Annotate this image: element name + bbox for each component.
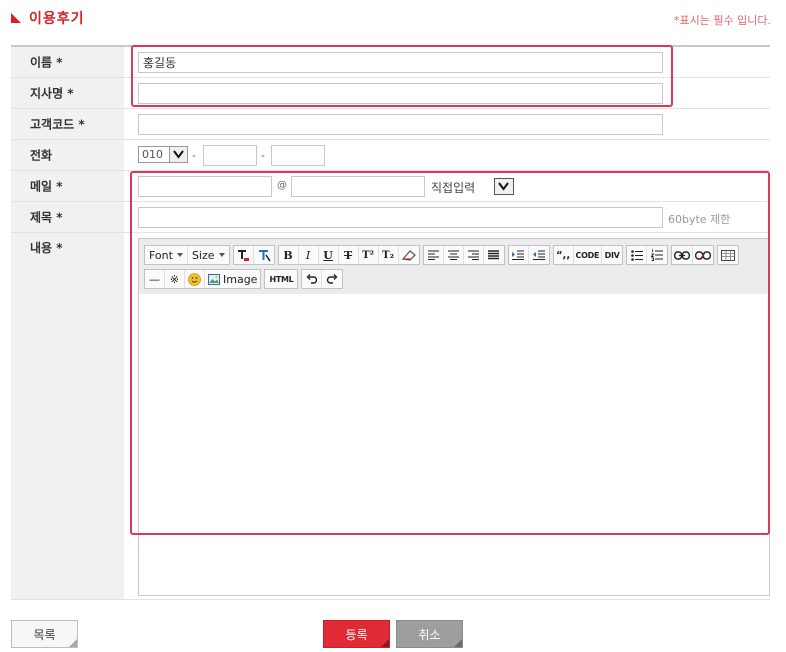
special-char-button[interactable]: ※ (165, 270, 185, 288)
row-phone: 전화 010 - - (11, 140, 770, 171)
customer-code-input[interactable] (138, 114, 663, 135)
label-content: 내용 * (30, 241, 63, 255)
link-icon[interactable] (672, 246, 694, 264)
text-color-icon[interactable] (234, 246, 254, 264)
image-button[interactable]: Image (205, 270, 260, 288)
page-title: 이용후기 (29, 11, 85, 27)
email-local-input[interactable] (138, 176, 272, 197)
highlight-color-icon[interactable] (254, 246, 274, 264)
unlink-icon[interactable] (693, 246, 713, 264)
title-marker-icon (11, 13, 21, 23)
chevron-down-icon (169, 147, 187, 162)
align-justify-icon[interactable] (484, 246, 504, 264)
corner-fold-icon (381, 639, 389, 647)
phone-dash-2: - (261, 149, 265, 162)
page-header: 이용후기 *표시는 필수 입니다. (11, 8, 771, 34)
bullet-list-icon[interactable] (627, 246, 648, 264)
subscript-button[interactable]: T₂ (379, 246, 399, 264)
row-branch: 지사명 * (11, 78, 770, 109)
label-name: 이름 * (30, 55, 63, 70)
strikethrough-button[interactable]: T (339, 246, 359, 264)
list-button[interactable]: 목록 (11, 620, 78, 648)
html-mode-button[interactable]: HTML (265, 270, 297, 288)
row-subject: 제목 * 60byte 제한 (11, 202, 770, 233)
align-right-icon[interactable] (464, 246, 484, 264)
size-dropdown[interactable]: Size (188, 246, 229, 264)
email-domain-select[interactable] (494, 178, 514, 195)
label-subject: 제목 * (30, 210, 63, 225)
subject-input[interactable] (138, 207, 663, 228)
cancel-button[interactable]: 취소 (396, 620, 463, 648)
chevron-down-icon (495, 179, 513, 194)
submit-button-label: 등록 (345, 627, 368, 642)
align-left-icon[interactable] (424, 246, 444, 264)
indent-icon[interactable] (509, 246, 529, 264)
label-phone: 전화 (30, 148, 53, 163)
eraser-icon[interactable] (399, 246, 419, 264)
email-domain-select-label: 직접입력 (431, 181, 476, 195)
row-email: 메일 * @ 직접입력 (11, 171, 770, 202)
emoticon-icon[interactable] (185, 270, 205, 288)
branch-input[interactable] (138, 83, 663, 104)
label-email: 메일 * (30, 179, 63, 194)
font-dropdown[interactable]: Font (145, 246, 188, 264)
numbered-list-icon[interactable] (647, 246, 667, 264)
phone-dash-1: - (192, 149, 196, 162)
submit-button[interactable]: 등록 (323, 620, 390, 648)
bold-button[interactable]: B (279, 246, 299, 264)
editor-toolbar: Font Size B I U T T² T₂ “,, CODE DIV — ※… (139, 239, 769, 294)
row-content: 내용 * Font Size B I U T T² T₂ “,, CODE DI… (11, 233, 770, 600)
corner-fold-icon (454, 639, 462, 647)
code-button[interactable]: CODE (574, 246, 603, 264)
table-icon[interactable] (718, 246, 738, 264)
italic-button[interactable]: I (299, 246, 319, 264)
label-customer-code: 고객코드 * (30, 117, 85, 132)
label-branch: 지사명 * (30, 86, 74, 101)
subject-hint: 60byte 제한 (668, 213, 731, 226)
div-button[interactable]: DIV (602, 246, 622, 264)
required-note: *표시는 필수 입니다. (674, 14, 771, 27)
horizontal-rule-button[interactable]: — (145, 270, 165, 288)
review-form: 이름 * 지사명 * 고객코드 * 전화 010 - - 메일 * @ 직접입력 (11, 45, 770, 600)
superscript-button[interactable]: T² (359, 246, 379, 264)
redo-icon[interactable] (322, 270, 342, 288)
editor-content-area[interactable] (139, 294, 769, 595)
blockquote-button[interactable]: “,, (554, 246, 574, 264)
phone-middle-input[interactable] (203, 145, 257, 166)
email-at: @ (277, 180, 287, 191)
rich-text-editor: Font Size B I U T T² T₂ “,, CODE DIV — ※… (138, 238, 770, 596)
row-customer-code: 고객코드 * (11, 109, 770, 140)
phone-prefix-select[interactable]: 010 (138, 146, 188, 163)
undo-icon[interactable] (302, 270, 323, 288)
align-center-icon[interactable] (444, 246, 464, 264)
list-button-label: 목록 (33, 627, 56, 642)
outdent-icon[interactable] (529, 246, 549, 264)
name-input[interactable] (138, 52, 663, 73)
underline-button[interactable]: U (319, 246, 339, 264)
image-button-label: Image (223, 272, 258, 286)
email-domain-input[interactable] (291, 176, 425, 197)
row-name: 이름 * (11, 47, 770, 78)
phone-last-input[interactable] (271, 145, 325, 166)
cancel-button-label: 취소 (418, 627, 441, 642)
corner-fold-icon (69, 639, 77, 647)
image-icon (208, 273, 220, 285)
